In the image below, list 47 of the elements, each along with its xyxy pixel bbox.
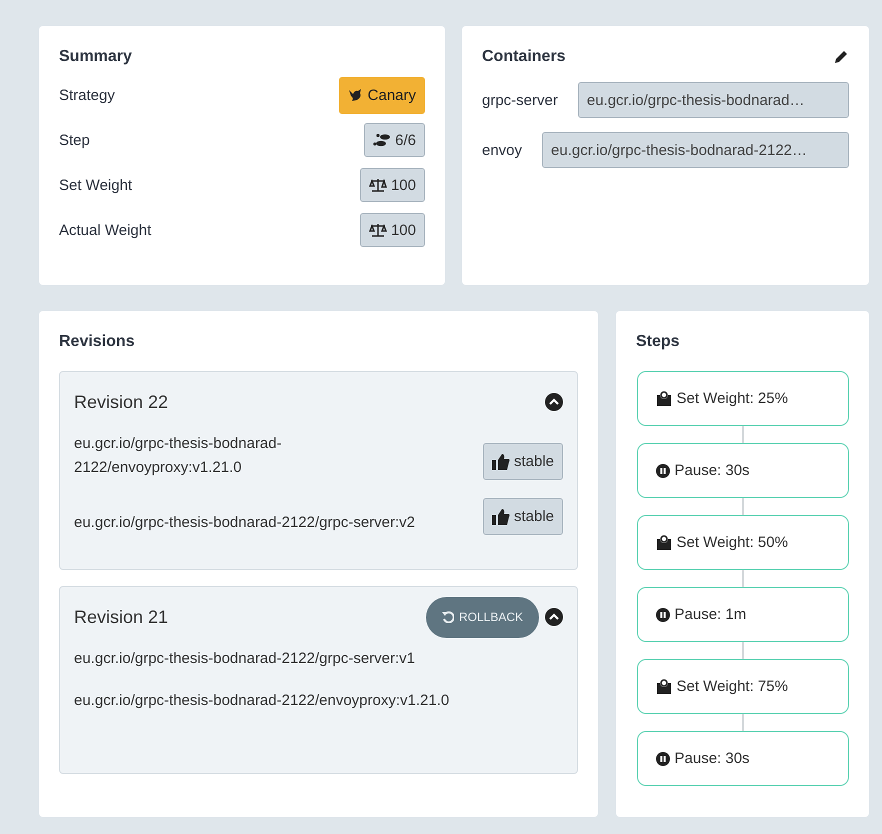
step-label: Set Weight: 50% (676, 534, 788, 551)
thumbs-up-icon (492, 454, 510, 470)
step-label: Pause: 30s (674, 750, 750, 767)
step-label: Set Weight: 75% (676, 678, 788, 695)
badge-text: 6/6 (395, 132, 416, 148)
revision-title: Revision 22 (74, 392, 168, 412)
badge-text: Canary (368, 86, 416, 104)
card-title: Steps (636, 333, 681, 351)
image-field[interactable]: eu.gcr.io/grpc-thesis-bodnarad-2122… (542, 132, 849, 168)
thumbs-up-icon (492, 508, 510, 524)
scale-icon (368, 223, 387, 237)
pencil-icon[interactable] (833, 49, 849, 65)
image-name: eu.gcr.io/grpc-thesis-bodnarad-2122/envoyproxy:v1.21.0 (74, 691, 450, 711)
card-title: Containers (482, 48, 566, 66)
badge-text: stable (514, 453, 554, 470)
weight-icon (656, 390, 672, 406)
row-label: Step (59, 132, 90, 148)
row-label: Strategy (59, 86, 115, 104)
weight-icon (656, 534, 672, 550)
scale-icon (368, 178, 387, 192)
image-name: eu.gcr.io/grpc-thesis-bodnarad-2122/envoyproxy:v1.21.0 (74, 434, 283, 478)
chevron-up-icon[interactable] (545, 393, 563, 411)
image-name: eu.gcr.io/grpc-thesis-bodnarad-2122/grpc-server:v2 (74, 513, 416, 533)
chevron-up-icon[interactable] (545, 608, 563, 626)
badge-text: 100 (390, 176, 416, 194)
card-title: Summary (59, 48, 133, 66)
undo-icon (442, 611, 454, 623)
step-label: Pause: 1m (674, 606, 746, 623)
step-label: Pause: 30s (674, 462, 750, 479)
image-name: eu.gcr.io/grpc-thesis-bodnarad-2122/grpc-server:v1 (74, 649, 416, 669)
revision-title: Revision 21 (74, 606, 168, 628)
footprints-icon (373, 133, 392, 147)
weight-icon (656, 678, 672, 694)
pause-icon (656, 752, 670, 766)
step-label: Set Weight: 25% (676, 390, 788, 407)
pause-icon (656, 464, 670, 478)
badge-text: stable (514, 508, 554, 525)
container-name: envoy (482, 142, 522, 158)
container-name: grpc-server (482, 92, 558, 108)
card-title: Revisions (59, 333, 136, 351)
pause-icon (656, 608, 670, 622)
image-field[interactable]: eu.gcr.io/grpc-thesis-bodnarad… (578, 82, 849, 118)
rollback-button[interactable]: ROLLBACK (426, 596, 539, 638)
badge-text: 100 (390, 222, 416, 238)
row-label: Set Weight (59, 176, 132, 194)
row-label: Actual Weight (59, 222, 152, 238)
bird-icon (348, 88, 364, 102)
